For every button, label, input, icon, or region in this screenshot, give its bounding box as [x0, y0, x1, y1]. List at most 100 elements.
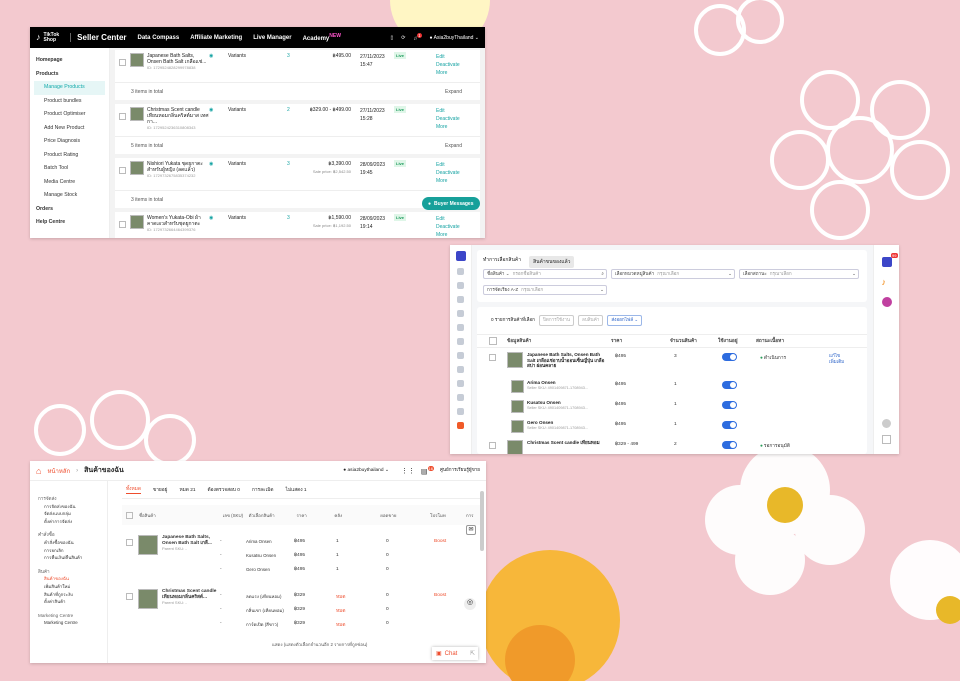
edit-link[interactable]: Edit — [436, 215, 460, 223]
sidebar-item[interactable]: เพิ่มสินค้าใหม่ — [34, 583, 107, 591]
product-name[interactable]: Japanese Bath Salts, Onsen Bath Salt เกล… — [527, 352, 605, 369]
stock-count[interactable]: 3 — [287, 215, 309, 221]
sidebar-help-centre[interactable]: Help Centre — [30, 216, 109, 230]
edit-link[interactable]: Edit — [436, 161, 460, 169]
account-menu[interactable]: ● asia2buythailand ⌄ — [343, 468, 389, 473]
sidebar-item[interactable]: การคืนเงิน/คืนสินค้า — [34, 554, 107, 562]
tab-1[interactable]: ขายอยู่ — [153, 486, 167, 494]
stock-count[interactable]: 2 — [287, 107, 309, 113]
rail-icon[interactable] — [457, 324, 464, 331]
sidebar-group-header[interactable]: การจัดส่ง — [34, 495, 107, 503]
more-link[interactable]: More — [436, 177, 460, 185]
scrollbar[interactable] — [480, 491, 484, 551]
tab-select-products[interactable]: ทำการเลือกสินค้า — [483, 256, 521, 268]
delete-button[interactable]: ลบสินค้า — [578, 315, 604, 326]
buyer-messages-button[interactable]: ● Buyer Messages — [422, 197, 480, 210]
product-name[interactable]: Christmas Scent candle เทียนหอมกลิ่นคริส… — [147, 107, 209, 125]
expand-link[interactable]: Expand — [445, 137, 462, 154]
deactivate-link[interactable]: Deactivate — [436, 61, 460, 69]
rail-icon[interactable] — [457, 366, 464, 373]
sidebar-manage-products[interactable]: Manage Products — [34, 81, 105, 95]
product-name[interactable]: Japanese Bath Salts, Onsen Bath Salt เกล… — [147, 53, 209, 65]
support-icon[interactable]: ◎ — [464, 598, 476, 610]
row-checkbox[interactable] — [119, 221, 126, 228]
tab-5[interactable]: ไม่แสดง 1 — [286, 486, 307, 494]
chat-button[interactable]: ▣ Chat ⇱ — [432, 647, 478, 660]
promo-icon[interactable] — [881, 297, 892, 307]
row-checkbox[interactable] — [126, 593, 133, 600]
message-icon[interactable]: 99 — [881, 253, 898, 267]
edit-link[interactable]: Edit — [436, 107, 460, 115]
sidebar-product-rating[interactable]: Product Rating — [30, 149, 109, 163]
product-name[interactable]: Women's Yukata-Obi ผ้าคาดเอวสำหรับชุดยูก… — [147, 215, 209, 227]
rail-icon[interactable] — [457, 394, 464, 401]
rail-icon[interactable] — [457, 282, 464, 289]
deactivate-link[interactable]: Deactivate — [436, 115, 460, 123]
sidebar-item[interactable]: สินค้าของฉัน — [34, 575, 107, 583]
deactivate-link[interactable]: Deactivate — [436, 223, 460, 231]
export-button[interactable]: ส่งออกไฟล์ ⌄ — [607, 315, 643, 326]
sidebar-item[interactable]: ตั้งค่าสินค้า — [34, 598, 107, 606]
nav-data-compass[interactable]: Data Compass — [138, 35, 180, 41]
status-select[interactable]: เลือกสถานะ กรุณาเลือก ⌄ — [739, 269, 859, 279]
sidebar-item[interactable]: ตั้งค่าการจัดส่ง — [34, 518, 107, 526]
settings-icon[interactable] — [882, 419, 891, 428]
sidebar-item[interactable]: จัดส่งแบบกลุ่ม — [34, 510, 107, 518]
rail-icon[interactable] — [457, 268, 464, 275]
notification-icon[interactable]: ▤16 — [421, 465, 434, 475]
edit-link[interactable]: Edit — [436, 53, 460, 61]
row-checkbox[interactable] — [119, 59, 126, 66]
rail-icon[interactable] — [457, 296, 464, 303]
select-all-checkbox[interactable] — [126, 511, 133, 519]
stock-count[interactable]: 3 — [287, 161, 309, 167]
sidebar-homepage[interactable]: Homepage — [30, 54, 109, 68]
bell-icon[interactable]: ♫1 — [413, 33, 422, 42]
sort-select[interactable]: การจัดเรียง A-Z กรุณาเลือก ⌄ — [483, 285, 607, 295]
sidebar-item[interactable]: คำสั่งซื้อของฉัน — [34, 539, 107, 547]
row-checkbox[interactable] — [119, 167, 126, 174]
sidebar-manage-stock[interactable]: Manage Stock — [30, 189, 109, 203]
rail-icon[interactable] — [457, 352, 464, 359]
help-link[interactable]: ศูนย์การเรียนรู้ผู้ขาย — [440, 467, 480, 474]
rail-icon[interactable] — [457, 380, 464, 387]
product-name[interactable]: Christmas Scent candle เทียนหอม — [527, 440, 605, 446]
tab-4[interactable]: การละเมิด — [252, 486, 274, 494]
refresh-icon[interactable]: ⟳ — [401, 35, 405, 41]
more-link[interactable]: More — [436, 231, 460, 238]
rail-icon[interactable] — [457, 338, 464, 345]
sidebar-group-header[interactable]: Marketing Centre — [34, 612, 107, 620]
active-toggle[interactable] — [722, 353, 737, 361]
tab-shipped-products[interactable]: สินค้าขนของแล้ว — [529, 256, 575, 268]
account-menu[interactable]: ● Asia2buyThailand ⌄ — [430, 35, 479, 41]
disable-button[interactable]: ปิดการใช้งาน — [538, 315, 575, 326]
product-name-field[interactable]: ชื่อสินค้า ⌄ กรอกชื่อสินค้า ⌕ — [483, 269, 607, 279]
sidebar-products[interactable]: Products — [30, 68, 109, 82]
view-icon[interactable]: ◉ — [209, 107, 228, 113]
sidebar-item[interactable]: Marketing Centre — [34, 619, 107, 627]
row-checkbox[interactable] — [489, 354, 496, 361]
select-all-checkbox[interactable] — [489, 337, 497, 345]
active-toggle[interactable] — [722, 441, 737, 449]
row-checkbox[interactable] — [119, 113, 126, 120]
active-toggle[interactable] — [722, 401, 737, 409]
sidebar-item[interactable]: การจัดส่งของฉัน — [34, 503, 107, 511]
rail-icon[interactable] — [457, 408, 464, 415]
sidebar-product-bundles[interactable]: Product bundles — [30, 95, 109, 109]
nav-live-manager[interactable]: Live Manager — [253, 35, 291, 41]
stock-count[interactable]: 3 — [287, 53, 309, 59]
product-name[interactable]: Christmas Scent candle เทียนหอมกลิ่นคริส… — [162, 589, 218, 600]
apps-grid-icon[interactable]: ⋮⋮ — [401, 467, 415, 475]
view-icon[interactable]: ◉ — [209, 53, 228, 59]
category-select[interactable]: เลือกหมวดหมู่สินค้า กรุณาเลือก ⌄ — [611, 269, 735, 279]
more-link[interactable]: More — [436, 123, 460, 131]
more-link[interactable]: More — [436, 69, 460, 77]
view-icon[interactable]: ◉ — [209, 215, 228, 221]
row-checkbox[interactable] — [489, 442, 496, 449]
show-more-link[interactable]: แสดง (แสดงตัวเลือกจำนวนอีก 2 รายการที่ถู… — [272, 641, 367, 648]
tab-0[interactable]: ทั้งหมด — [126, 485, 141, 494]
checkbox-icon[interactable] — [882, 435, 891, 444]
nav-academy[interactable]: AcademyNEW — [303, 33, 341, 42]
sidebar-batch-tool[interactable]: Batch Tool — [30, 162, 109, 176]
active-toggle[interactable] — [722, 381, 737, 389]
nav-affiliate[interactable]: Affiliate Marketing — [190, 35, 242, 41]
